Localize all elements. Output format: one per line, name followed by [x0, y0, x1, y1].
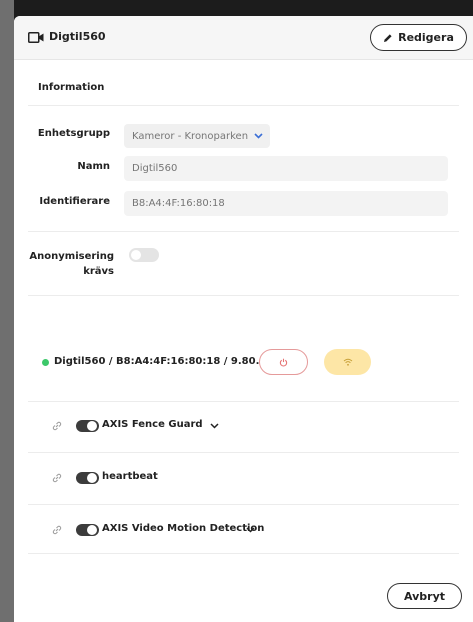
group-select-value: Kameror - Kronoparken — [132, 130, 249, 142]
divider — [28, 231, 459, 232]
app-name: heartbeat — [102, 471, 158, 482]
anonymization-label: Anonymisering krävs — [14, 249, 114, 279]
edit-button[interactable]: Redigera — [370, 24, 467, 51]
app-toggle[interactable] — [76, 420, 99, 432]
power-icon — [279, 358, 288, 366]
wifi-icon — [343, 358, 352, 366]
dialog-header: Digtil560 Redigera — [14, 16, 473, 60]
link-icon[interactable] — [52, 473, 62, 483]
identifier-input[interactable] — [124, 191, 448, 216]
link-icon[interactable] — [52, 421, 62, 431]
information-heading: Information — [38, 82, 105, 93]
name-input[interactable] — [124, 156, 448, 181]
name-label: Namn — [77, 161, 110, 172]
background-overlay — [0, 0, 14, 622]
device-title: Digtil560 — [49, 30, 106, 43]
pencil-icon — [384, 33, 392, 42]
app-row-fence-guard: AXIS Fence Guard — [14, 417, 473, 437]
toggle-knob — [87, 525, 97, 535]
app-row-heartbeat: heartbeat — [14, 469, 473, 489]
anonymization-toggle[interactable] — [129, 248, 159, 262]
chevron-down-icon — [254, 133, 263, 139]
divider — [28, 553, 459, 554]
connectivity-button[interactable] — [324, 349, 371, 375]
toggle-knob — [87, 473, 97, 483]
group-select[interactable]: Kameror - Kronoparken — [124, 124, 270, 148]
divider — [28, 401, 459, 402]
device-dialog: Digtil560 Redigera Information Enhetsgru… — [14, 16, 473, 622]
app-name: AXIS Fence Guard — [102, 419, 203, 430]
divider — [28, 295, 459, 296]
identifier-label: Identifierare — [39, 196, 110, 207]
camera-icon — [28, 32, 44, 43]
chevron-down-icon[interactable] — [210, 423, 219, 429]
device-info: Digtil560 / B8:A4:4F:16:80:18 / 9.80.34 — [54, 356, 274, 367]
anonymization-label-line2: krävs — [83, 266, 114, 277]
cancel-button[interactable]: Avbryt — [387, 583, 462, 609]
app-toggle[interactable] — [76, 524, 99, 536]
toggle-knob — [87, 421, 97, 431]
edit-button-label: Redigera — [398, 31, 454, 44]
chevron-down-icon[interactable] — [246, 527, 255, 533]
divider — [28, 504, 459, 505]
anonymization-label-line1: Anonymisering — [29, 251, 114, 262]
link-icon[interactable] — [52, 525, 62, 535]
group-label: Enhetsgrupp — [37, 128, 110, 139]
divider — [28, 452, 459, 453]
status-dot — [42, 359, 49, 366]
divider — [28, 105, 459, 106]
app-toggle[interactable] — [76, 472, 99, 484]
app-name: AXIS Video Motion Detection — [102, 523, 265, 534]
restart-button[interactable] — [259, 349, 308, 375]
toggle-knob — [131, 250, 141, 260]
app-row-motion-detection: AXIS Video Motion Detection — [14, 521, 473, 541]
